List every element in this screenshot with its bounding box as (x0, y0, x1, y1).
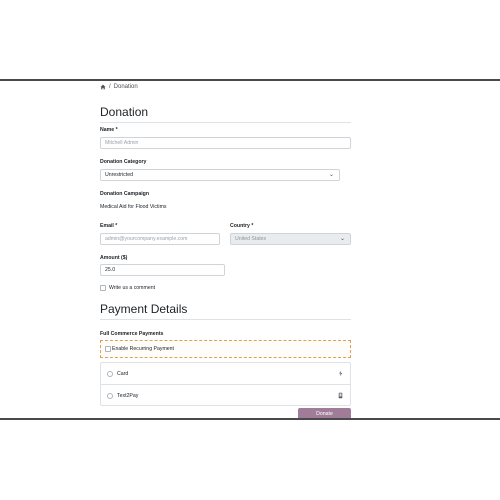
country-select-value: United States (235, 236, 267, 242)
breadcrumb-current: Donation (113, 84, 138, 90)
email-label: Email * (100, 223, 118, 229)
name-label: Name * (100, 127, 118, 133)
payment-title: Payment Details (100, 302, 188, 316)
donation-page: / Donation Donation Name * Mitchell Admi… (100, 81, 351, 418)
category-select[interactable]: Unrestricted ⌄ (100, 169, 340, 181)
country-label: Country * (230, 223, 254, 229)
comment-checkbox-label: Write us a comment (109, 285, 156, 291)
campaign-value: Medical Aid for Flood Victims (100, 204, 167, 210)
chevron-down-icon: ⌄ (339, 236, 345, 242)
comment-toggle[interactable]: Write us a comment (100, 285, 155, 291)
name-input[interactable]: Mitchell Admin (100, 137, 351, 149)
text2pay-radio[interactable] (107, 392, 113, 399)
page-title: Donation (100, 105, 149, 119)
chevron-down-icon: ⌄ (328, 172, 334, 178)
title-divider (100, 122, 351, 123)
stripe-icon (337, 370, 344, 377)
recurring-checkbox[interactable] (105, 346, 111, 352)
recurring-payment-box: Enable Recurring Payment (100, 340, 351, 358)
top-blank-area (0, 0, 500, 79)
breadcrumb-separator: / (109, 84, 111, 90)
payment-option-label: Text2Pay (117, 392, 139, 399)
payment-divider (100, 319, 351, 320)
email-input-value: admin@yourcompany.example.com (105, 236, 188, 242)
breadcrumb: / Donation (100, 84, 138, 90)
campaign-label: Donation Campaign (100, 191, 149, 197)
payment-option-card[interactable]: Card (101, 363, 350, 384)
phone-icon (337, 392, 344, 399)
country-select: United States ⌄ (230, 233, 351, 245)
payment-option-label: Card (117, 370, 129, 377)
card-radio[interactable] (107, 370, 113, 377)
comment-checkbox[interactable] (100, 285, 106, 291)
category-label: Donation Category (100, 159, 147, 165)
amount-label: Amount ($) (100, 255, 128, 261)
name-input-value: Mitchell Admin (105, 140, 139, 146)
category-select-value: Unrestricted (105, 172, 133, 178)
donate-button[interactable]: Donate (298, 408, 351, 418)
payment-section-label: Full Commerce Payments (100, 331, 164, 337)
home-icon[interactable] (100, 84, 106, 90)
bottom-blank-area (0, 420, 500, 500)
amount-input-value: 25.0 (105, 267, 116, 273)
payment-methods-list: Card Text2Pay (100, 362, 351, 406)
amount-input[interactable]: 25.0 (100, 264, 225, 276)
payment-option-text2pay[interactable]: Text2Pay (101, 384, 350, 406)
email-input[interactable]: admin@yourcompany.example.com (100, 233, 220, 245)
recurring-label: Enable Recurring Payment (112, 346, 174, 352)
